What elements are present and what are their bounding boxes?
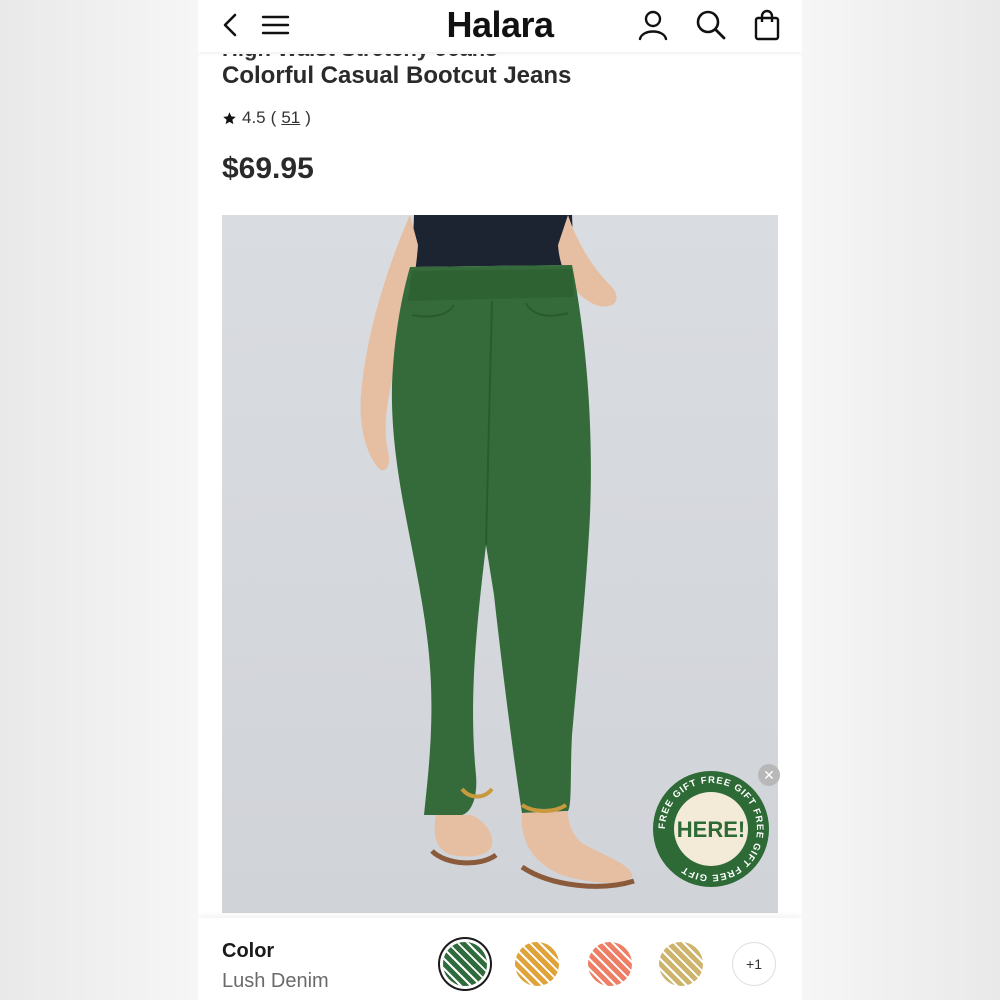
product-title: Colorful Casual Bootcut Jeans <box>222 62 572 89</box>
shopping-bag-icon[interactable] <box>750 8 784 42</box>
product-price: $69.95 <box>222 152 314 185</box>
color-selector-bar: Color Lush Denim +1 <box>198 918 802 1000</box>
rating-paren-close: ) <box>305 108 311 127</box>
star-icon <box>223 111 236 124</box>
review-count-link[interactable]: 51 <box>281 108 300 128</box>
right-backdrop <box>802 0 1000 1000</box>
left-backdrop <box>0 0 198 1000</box>
color-label: Color <box>222 940 275 962</box>
color-swatch[interactable] <box>443 942 487 986</box>
top-nav-bar: Halara <box>198 0 802 52</box>
product-page: Halara High Waist Stretchy Jeans Colorfu… <box>198 0 802 1000</box>
rating-value: 4.5 <box>242 108 266 127</box>
rating-paren-open: ( <box>270 108 277 127</box>
color-swatch[interactable] <box>515 942 559 986</box>
more-colors-button[interactable]: +1 <box>732 942 776 986</box>
account-icon[interactable] <box>636 8 670 42</box>
color-swatch[interactable] <box>659 942 703 986</box>
badge-center-text: HERE! <box>677 817 745 842</box>
product-rating[interactable]: 4.5 ( 51 ) <box>222 108 311 128</box>
selected-color-name: Lush Denim <box>222 970 329 992</box>
color-swatch[interactable] <box>588 942 632 986</box>
search-icon[interactable] <box>694 8 728 42</box>
free-gift-badge[interactable]: FREE GIFT FREE GIFT FREE GIFT FREE GIFT … <box>652 770 770 888</box>
